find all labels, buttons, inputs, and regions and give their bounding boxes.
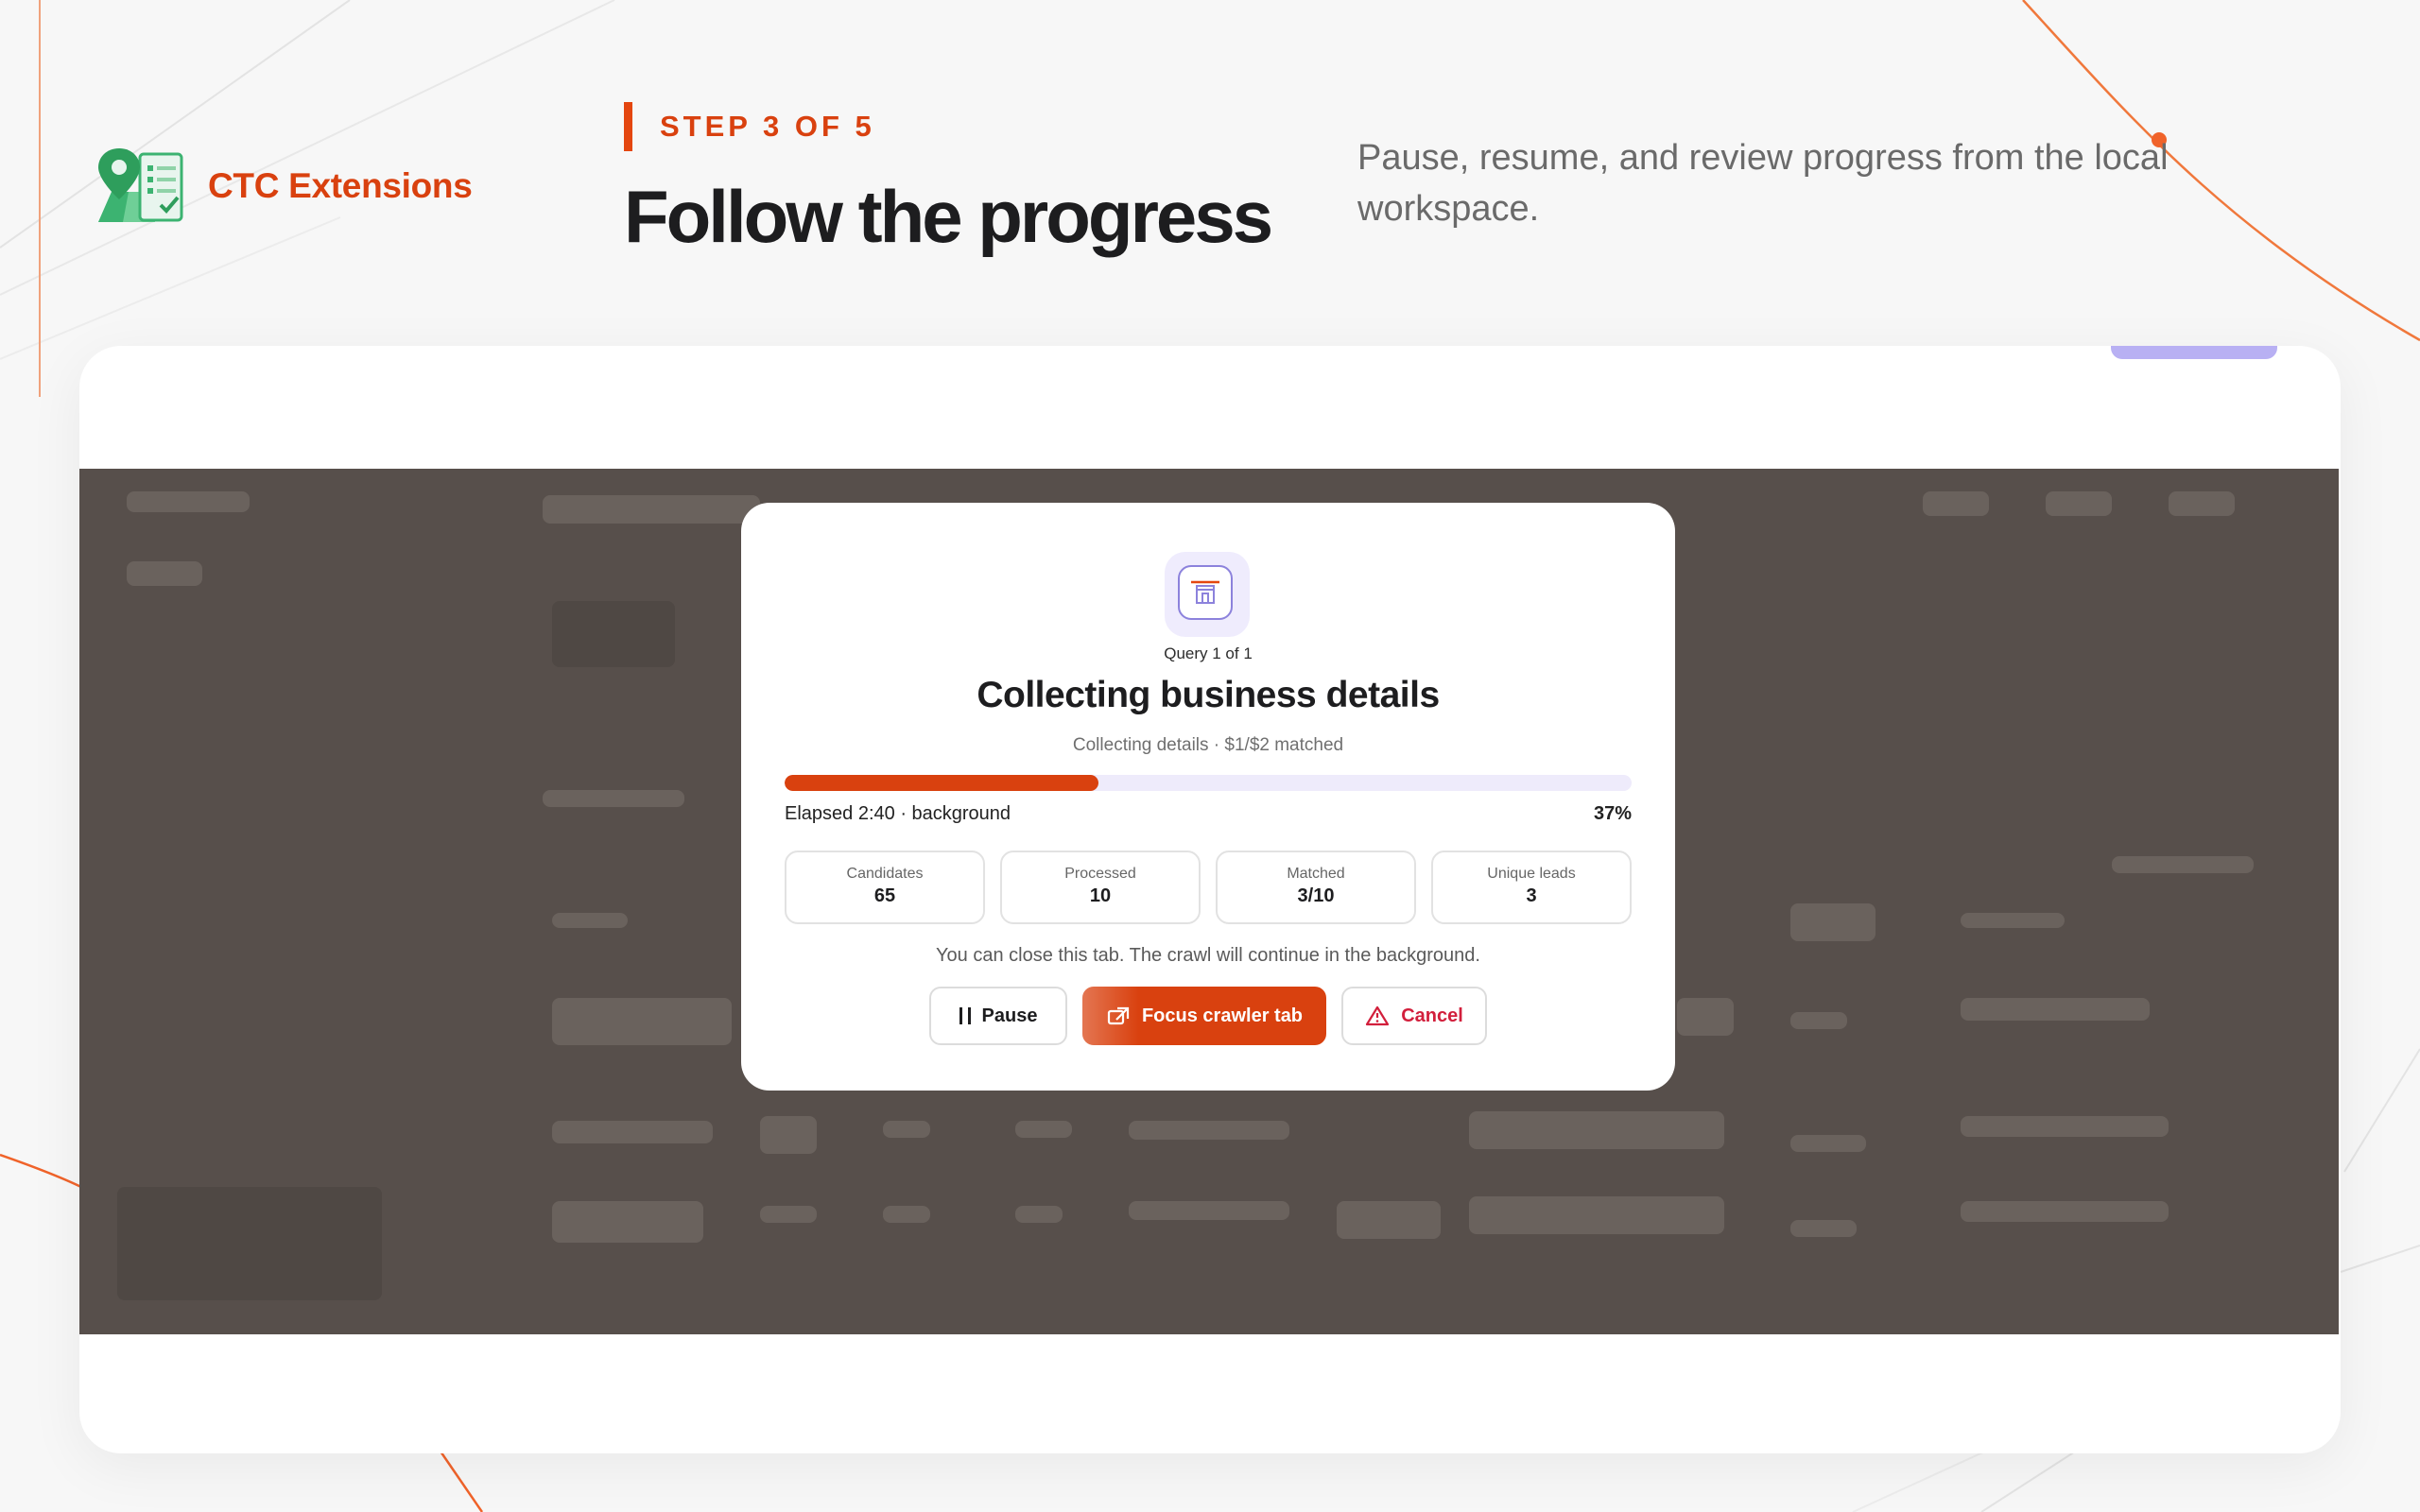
blurred-button: [2046, 491, 2112, 516]
blurred-table-row: [883, 1121, 930, 1138]
stat-value: 65: [873, 885, 896, 906]
stats-row: Candidates 65 Processed 10 Matched 3/10 …: [785, 850, 1632, 924]
modal-actions: Pause Focus crawler tab Cancel: [741, 987, 1675, 1045]
elapsed-time: Elapsed 2:40 · background: [785, 803, 1011, 824]
step-accent-bar: [624, 102, 632, 151]
blurred-table-row: [1961, 1116, 2169, 1137]
blurred-sidebar-item: [127, 491, 250, 512]
blurred-table-row: [1129, 1121, 1289, 1140]
screenshot-card: Query 1 of 1 Collecting business details…: [79, 346, 2341, 1453]
blurred-table-row: [1677, 998, 1734, 1036]
blurred-table-row: [1790, 1220, 1857, 1237]
modal-title: Collecting business details: [977, 675, 1440, 715]
blurred-table-header: [1961, 913, 2065, 928]
stat-unique-leads: Unique leads 3: [1431, 850, 1632, 924]
blurred-table-row: [1790, 1012, 1847, 1029]
stat-label: Unique leads: [1487, 866, 1576, 882]
pause-icon: [959, 1007, 971, 1024]
blurred-button: [1923, 491, 1989, 516]
stat-value: 10: [1089, 885, 1112, 906]
brand-name: CTC Extensions: [208, 166, 473, 205]
progress-modal: Query 1 of 1 Collecting business details…: [741, 503, 1675, 1091]
storefront-icon: [1165, 552, 1250, 637]
modal-status: Collecting details · $1/$2 matched: [1072, 735, 1344, 755]
background-note: You can close this tab. The crawl will c…: [936, 945, 1480, 966]
blurred-table-row: [1790, 1135, 1866, 1152]
stat-value: 3: [1526, 885, 1537, 906]
blurred-text: [543, 790, 684, 807]
blurred-table-row: [552, 1121, 713, 1143]
blurred-sidebar-item: [127, 561, 202, 586]
progress-percent: 37%: [1593, 803, 1632, 824]
query-counter: Query 1 of 1: [1164, 644, 1253, 662]
stat-label: Matched: [1287, 866, 1345, 882]
blurred-table-row: [1469, 1196, 1724, 1234]
blurred-table-row: [760, 1206, 817, 1223]
blurred-table-header: [1790, 903, 1876, 941]
cancel-button-label: Cancel: [1401, 1005, 1463, 1026]
blurred-table-row: [760, 1116, 817, 1154]
blurred-table-row: [883, 1206, 930, 1223]
page-subtitle: Pause, resume, and review progress from …: [1357, 138, 2169, 229]
progress-bar-fill: [785, 775, 1098, 791]
blurred-table-row: [1015, 1121, 1072, 1138]
stat-value: 3/10: [1297, 885, 1335, 906]
blurred-table-row: [1469, 1111, 1724, 1149]
pause-button[interactable]: Pause: [929, 987, 1067, 1045]
page-title: Follow the progress: [624, 175, 1273, 258]
stat-label: Processed: [1064, 866, 1136, 882]
progress-bar: [785, 775, 1632, 791]
stat-candidates: Candidates 65: [785, 850, 985, 924]
external-link-icon: [1107, 1006, 1130, 1025]
blurred-panel: [552, 601, 675, 667]
stat-processed: Processed 10: [1000, 850, 1201, 924]
blurred-table-row: [1961, 998, 2150, 1021]
focus-crawler-tab-button[interactable]: Focus crawler tab: [1082, 987, 1326, 1045]
map-pin-checklist-icon: [98, 148, 183, 222]
blurred-table-row: [1337, 1201, 1441, 1239]
blurred-table-row: [552, 1201, 703, 1243]
warning-icon: [1366, 1005, 1390, 1026]
focus-button-label: Focus crawler tab: [1141, 1005, 1304, 1026]
stat-label: Candidates: [846, 866, 924, 882]
progress-meta: Elapsed 2:40 · background 37%: [785, 803, 1632, 825]
brand: CTC Extensions: [95, 146, 473, 226]
blurred-button: [2169, 491, 2235, 516]
blurred-table-header: [552, 913, 628, 928]
blurred-table-row: [1961, 1201, 2169, 1222]
step-label: STEP 3 OF 5: [660, 110, 875, 143]
pause-button-label: Pause: [981, 1005, 1038, 1026]
app-screenshot-overlay: Query 1 of 1 Collecting business details…: [79, 469, 2339, 1334]
blurred-heading: [543, 495, 760, 524]
blurred-table-row: [552, 998, 732, 1045]
stat-matched: Matched 3/10: [1216, 850, 1416, 924]
blurred-table-row: [1015, 1206, 1063, 1223]
blurred-text: [2112, 856, 2254, 873]
blurred-table-row: [1129, 1201, 1289, 1220]
cancel-button[interactable]: Cancel: [1341, 987, 1487, 1045]
card-tab-accent: [2111, 346, 2277, 359]
blurred-user-panel: [117, 1187, 382, 1300]
